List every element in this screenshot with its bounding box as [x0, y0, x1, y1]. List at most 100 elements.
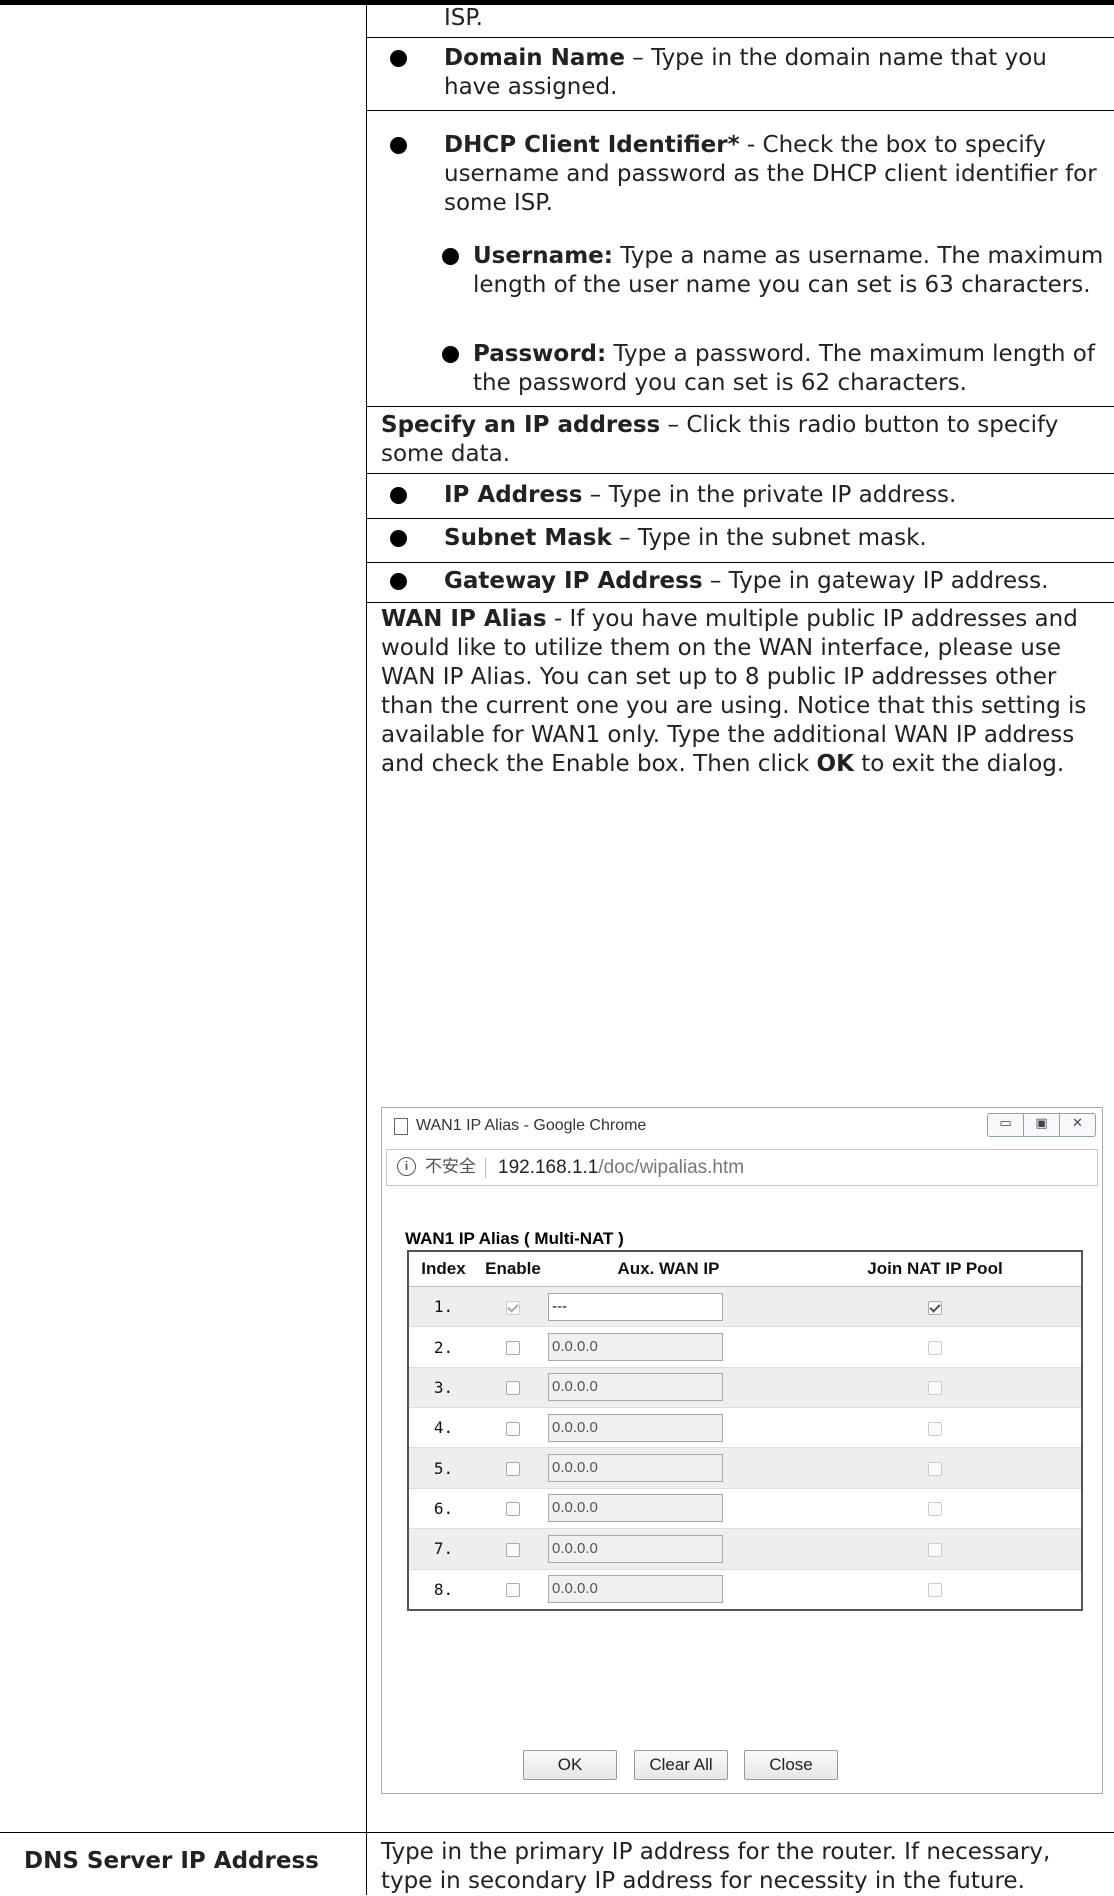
aux-wan-ip-input[interactable]: ---	[548, 1292, 723, 1321]
table-row: 1. ---	[408, 1285, 1082, 1327]
enable-cell	[478, 1366, 548, 1408]
cell-separator	[367, 110, 1114, 111]
enable-cell	[478, 1568, 548, 1610]
aux-wan-ip-input[interactable]: 0.0.0.0	[548, 1333, 723, 1362]
bullet-icon	[390, 530, 407, 547]
term-domain-name: Domain Name	[444, 45, 625, 71]
dialog-window-title: WAN1 IP Alias - Google Chrome	[416, 1117, 647, 1134]
enable-checkbox[interactable]	[506, 1583, 520, 1598]
aux-wan-ip-input[interactable]: 0.0.0.0	[548, 1413, 723, 1442]
row-index: 5.	[408, 1447, 478, 1489]
column-header-index: Index	[408, 1251, 478, 1287]
cell-separator	[367, 518, 1114, 519]
enable-checkbox[interactable]	[506, 1381, 520, 1396]
dns-server-desc: Type in the primary IP address for the r…	[381, 1839, 1051, 1894]
join-nat-checkbox[interactable]	[928, 1381, 942, 1396]
column-divider	[366, 0, 367, 1895]
row-index: 8.	[408, 1568, 478, 1610]
desc-subnet-mask: – Type in the subnet mask.	[611, 525, 927, 551]
term-ip-address: IP Address	[444, 482, 583, 508]
join-nat-cell	[789, 1326, 1082, 1368]
term-wan-ip-alias: WAN IP Alias	[381, 606, 547, 632]
table-row: 4. 0.0.0.0	[408, 1407, 1082, 1448]
enable-cell	[478, 1528, 548, 1570]
desc-gateway-ip: – Type in gateway IP address.	[702, 568, 1049, 594]
list-item-dhcp-client-identifier: DHCP Client Identifier* - Check the box …	[376, 131, 1106, 221]
join-nat-checkbox[interactable]	[928, 1341, 942, 1356]
table-row: 8. 0.0.0.0	[408, 1568, 1082, 1610]
enable-checkbox[interactable]	[506, 1502, 520, 1517]
row-separator	[0, 1832, 1114, 1833]
minimize-icon[interactable]: ▭	[988, 1114, 1024, 1136]
join-nat-checkbox[interactable]	[928, 1462, 942, 1477]
enable-cell	[478, 1487, 548, 1529]
list-item-domain-name: Domain Name – Type in the domain name th…	[376, 44, 1106, 102]
bullet-icon	[442, 248, 459, 265]
aux-wan-ip-cell: 0.0.0.0	[548, 1487, 789, 1529]
table-row: 3. 0.0.0.0	[408, 1366, 1082, 1408]
term-specify-ip: Specify an IP address	[381, 412, 661, 438]
page-icon	[394, 1118, 408, 1135]
url-host: 192.168.1.1	[498, 1157, 599, 1178]
enable-cell	[478, 1285, 548, 1327]
address-divider	[485, 1158, 486, 1178]
enable-checkbox[interactable]	[506, 1542, 520, 1557]
close-icon[interactable]: ✕	[1060, 1114, 1095, 1136]
join-nat-cell	[789, 1487, 1082, 1529]
aux-wan-ip-input[interactable]: 0.0.0.0	[548, 1373, 723, 1402]
aux-wan-ip-input[interactable]: 0.0.0.0	[548, 1534, 723, 1563]
enable-cell	[478, 1447, 548, 1489]
cell-separator	[367, 406, 1114, 407]
dialog-heading: WAN1 IP Alias ( Multi-NAT )	[405, 1229, 624, 1248]
url-text: 192.168.1.1/doc/wipalias.htm	[498, 1150, 744, 1185]
aux-wan-ip-cell: 0.0.0.0	[548, 1326, 789, 1368]
cell-separator	[367, 473, 1114, 474]
term-gateway-ip: Gateway IP Address	[444, 568, 703, 594]
table-row: 6. 0.0.0.0	[408, 1487, 1082, 1529]
row-index: 7.	[408, 1528, 478, 1570]
join-nat-cell	[789, 1407, 1082, 1448]
info-icon[interactable]: i	[397, 1157, 416, 1176]
row-index: 2.	[408, 1326, 478, 1368]
aux-wan-ip-input[interactable]: 0.0.0.0	[548, 1575, 723, 1604]
join-nat-cell	[789, 1285, 1082, 1327]
security-label: 不安全	[425, 1157, 476, 1177]
join-nat-cell	[789, 1366, 1082, 1408]
join-nat-checkbox[interactable]	[928, 1300, 942, 1315]
list-item-username: Username: Type a name as username. The m…	[442, 242, 1107, 330]
close-button[interactable]: Close	[744, 1750, 838, 1780]
cell-separator	[367, 602, 1114, 603]
aux-wan-ip-input[interactable]: 0.0.0.0	[548, 1454, 723, 1483]
aux-wan-ip-cell: 0.0.0.0	[548, 1568, 789, 1610]
join-nat-cell	[789, 1568, 1082, 1610]
maximize-icon[interactable]: ▣	[1024, 1114, 1060, 1136]
aux-wan-ip-input[interactable]: 0.0.0.0	[548, 1494, 723, 1523]
join-nat-checkbox[interactable]	[928, 1542, 942, 1557]
enable-checkbox[interactable]	[506, 1341, 520, 1356]
wan1-ip-alias-dialog: WAN1 IP Alias - Google Chrome ▭ ▣ ✕ i 不安…	[381, 1107, 1103, 1794]
cell-separator	[367, 562, 1114, 563]
ip-alias-table: Index Enable Aux. WAN IP Join NAT IP Poo…	[407, 1250, 1083, 1611]
ok-button[interactable]: OK	[523, 1750, 617, 1780]
term-dhcp-client-identifier: DHCP Client Identifier*	[444, 132, 740, 158]
specify-ip-paragraph: Specify an IP address – Click this radio…	[381, 411, 1106, 469]
join-nat-checkbox[interactable]	[928, 1583, 942, 1598]
aux-wan-ip-cell: ---	[548, 1285, 789, 1327]
enable-checkbox[interactable]	[506, 1421, 520, 1436]
table-row: 2. 0.0.0.0	[408, 1326, 1082, 1368]
enable-checkbox[interactable]	[506, 1300, 520, 1315]
aux-wan-ip-cell: 0.0.0.0	[548, 1528, 789, 1570]
desc-wan-ip-alias-tail: to exit the dialog.	[853, 751, 1065, 777]
address-bar[interactable]: i 不安全 192.168.1.1/doc/wipalias.htm	[386, 1149, 1098, 1186]
bullet-icon	[390, 137, 407, 154]
join-nat-checkbox[interactable]	[928, 1421, 942, 1436]
dns-server-label: DNS Server IP Address	[24, 1848, 319, 1874]
table-row: 7. 0.0.0.0	[408, 1528, 1082, 1570]
table-header-row: Index Enable Aux. WAN IP Join NAT IP Poo…	[408, 1251, 1082, 1287]
isp-fragment: ISP.	[444, 5, 483, 31]
cell-separator	[367, 37, 1114, 38]
join-nat-checkbox[interactable]	[928, 1502, 942, 1517]
clear-all-button[interactable]: Clear All	[634, 1750, 728, 1780]
enable-cell	[478, 1407, 548, 1448]
enable-checkbox[interactable]	[506, 1462, 520, 1477]
